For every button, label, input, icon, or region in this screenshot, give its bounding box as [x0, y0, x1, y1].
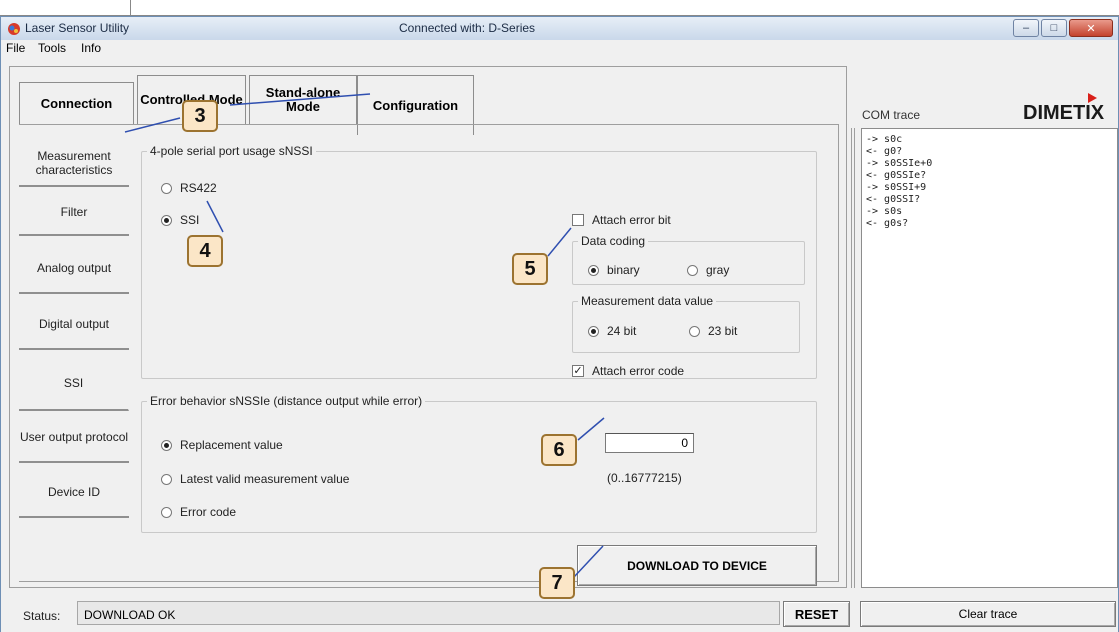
callout-6: 6 [541, 434, 577, 466]
arrow-4 [206, 200, 224, 233]
callout-5: 5 [512, 253, 548, 285]
arrow-6 [577, 417, 605, 441]
arrow-3b [229, 93, 371, 106]
arrow-5 [547, 227, 572, 257]
callout-3: 3 [182, 100, 218, 132]
arrow-7 [573, 545, 604, 578]
callout-4: 4 [187, 235, 223, 267]
arrow-3a [124, 117, 181, 133]
annotation-arrows [124, 93, 605, 578]
callout-7: 7 [539, 567, 575, 599]
